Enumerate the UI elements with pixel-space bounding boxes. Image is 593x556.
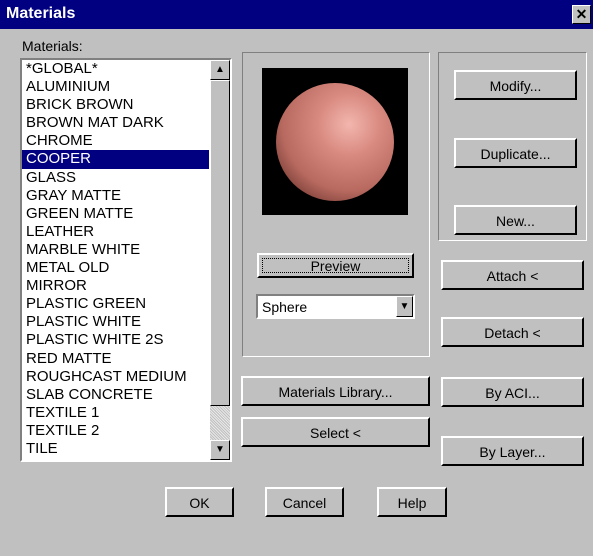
new-button[interactable]: New... [454, 205, 577, 235]
list-item[interactable]: LEATHER [22, 223, 209, 241]
material-preview [262, 68, 408, 215]
sphere-preview-image [276, 83, 394, 201]
list-item[interactable]: COOPER [22, 150, 209, 169]
duplicate-button[interactable]: Duplicate... [454, 138, 577, 168]
chevron-down-icon[interactable]: ▼ [396, 296, 413, 317]
attach-button[interactable]: Attach < [441, 260, 584, 290]
list-item[interactable]: GREEN MATTE [22, 205, 209, 223]
preview-shape-select[interactable]: Sphere ▼ [256, 294, 415, 319]
detach-button[interactable]: Detach < [441, 317, 584, 347]
list-item[interactable]: PLASTIC WHITE [22, 313, 209, 331]
close-icon[interactable]: ✕ [572, 5, 591, 24]
by-layer-button[interactable]: By Layer... [441, 436, 584, 466]
modify-button[interactable]: Modify... [454, 70, 577, 100]
list-item[interactable]: BROWN MAT DARK [22, 114, 209, 132]
list-item[interactable]: GLASS [22, 169, 209, 187]
select-button[interactable]: Select < [241, 417, 430, 447]
scroll-up-arrow-icon[interactable]: ▲ [210, 60, 230, 80]
list-item[interactable]: CHROME [22, 132, 209, 150]
list-item[interactable]: BRICK BROWN [22, 96, 209, 114]
list-item[interactable]: ROUGHCAST MEDIUM [22, 368, 209, 386]
preview-button[interactable]: Preview [257, 253, 414, 278]
list-item[interactable]: TILE [22, 440, 209, 458]
ok-button[interactable]: OK [165, 487, 234, 517]
cancel-button[interactable]: Cancel [265, 487, 344, 517]
list-scrollbar[interactable]: ▲ ▼ [210, 60, 230, 460]
scroll-down-arrow-icon[interactable]: ▼ [210, 440, 230, 460]
list-item[interactable]: ALUMINIUM [22, 78, 209, 96]
list-item[interactable]: MARBLE WHITE [22, 241, 209, 259]
title-bar: Materials ✕ [0, 0, 593, 29]
list-item[interactable]: RED MATTE [22, 350, 209, 368]
list-item[interactable]: TEXTILE 1 [22, 404, 209, 422]
window-title: Materials [6, 5, 76, 22]
help-button[interactable]: Help [377, 487, 447, 517]
list-item[interactable]: TEXTILE 2 [22, 422, 209, 440]
materials-list: *GLOBAL* ALUMINIUM BRICK BROWN BROWN MAT DA… [22, 60, 209, 458]
list-item[interactable]: *GLOBAL* [22, 60, 209, 78]
scroll-thumb[interactable] [210, 80, 230, 406]
materials-listbox[interactable]: *GLOBAL* ALUMINIUM BRICK BROWN BROWN MAT DA… [20, 58, 232, 462]
preview-shape-value: Sphere [262, 299, 308, 315]
materials-list-label: Materials: [22, 38, 83, 54]
materials-library-button[interactable]: Materials Library... [241, 376, 430, 406]
materials-dialog: Materials ✕ Materials: *GLOBAL* ALUMINIUM… [0, 0, 593, 556]
list-item[interactable]: SLAB CONCRETE [22, 386, 209, 404]
by-aci-button[interactable]: By ACI... [441, 377, 584, 407]
list-item[interactable]: PLASTIC WHITE 2S [22, 331, 209, 349]
list-item[interactable]: MIRROR [22, 277, 209, 295]
list-item[interactable]: GRAY MATTE [22, 187, 209, 205]
list-item[interactable]: PLASTIC GREEN [22, 295, 209, 313]
list-item[interactable]: METAL OLD [22, 259, 209, 277]
